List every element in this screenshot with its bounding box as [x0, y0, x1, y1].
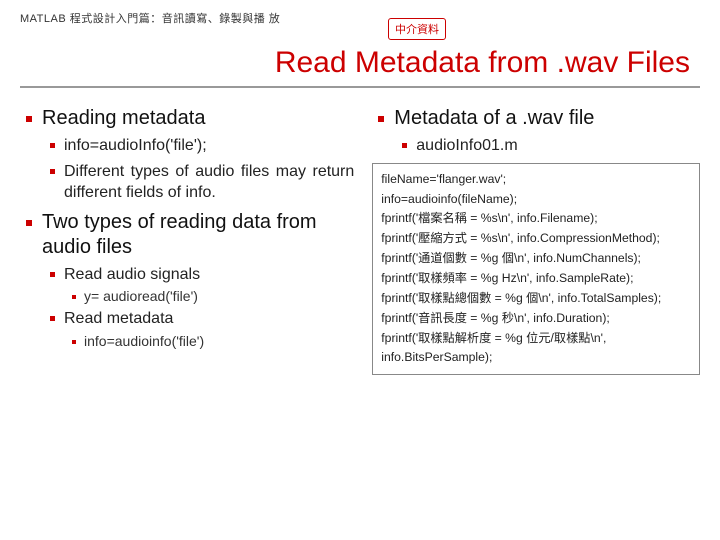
subbullet-different-types: Different types of audio files may retur…	[42, 161, 354, 204]
page-header: MATLAB 程式設計入門篇：音訊讀寫、錄製與播 放	[20, 10, 700, 26]
subbullet-text: Read audio signals	[64, 264, 354, 286]
subbullet-text: Different types of audio files may retur…	[64, 161, 354, 204]
code-line: fprintf('取樣點總個數 = %g 個\n', info.TotalSam…	[381, 289, 691, 308]
code-line: fprintf('取樣點解析度 = %g 位元/取樣點\n', info.Bit…	[381, 329, 691, 367]
subbullet-read-signals: Read audio signals y= audioread('file')	[42, 264, 354, 305]
code-line: fileName='flanger.wav';	[381, 170, 691, 189]
subsubbullet-text: info=audioinfo('file')	[84, 333, 354, 349]
content: Reading metadata info=audioInfo('file');…	[20, 106, 700, 375]
title-underline	[20, 86, 700, 88]
bullet-reading-metadata: Reading metadata info=audioInfo('file');…	[20, 106, 354, 204]
code-line: fprintf('壓縮方式 = %s\n', info.CompressionM…	[381, 229, 691, 248]
subbullet-audioinfo-call: info=audioInfo('file');	[42, 135, 354, 157]
bullet-heading: Reading metadata	[42, 106, 354, 131]
metadata-badge: 中介資料	[388, 18, 446, 40]
bullet-metadata-wav: Metadata of a .wav file audioInfo01.m	[372, 106, 700, 157]
subsubbullet-audioread: y= audioread('file')	[64, 288, 354, 304]
subbullet-text: info=audioInfo('file');	[64, 135, 354, 157]
code-line: fprintf('通道個數 = %g 個\n', info.NumChannel…	[381, 249, 691, 268]
subsubbullet-audioinfo: info=audioinfo('file')	[64, 333, 354, 349]
subbullet-text: audioInfo01.m	[416, 135, 700, 157]
bullet-two-types: Two types of reading data from audio fil…	[20, 210, 354, 349]
code-line: fprintf('取樣頻率 = %g Hz\n', info.SampleRat…	[381, 269, 691, 288]
code-line: fprintf('檔案名稱 = %s\n', info.Filename);	[381, 209, 691, 228]
subbullet-read-metadata: Read metadata info=audioinfo('file')	[42, 308, 354, 349]
code-line: info=audioinfo(fileName);	[381, 190, 691, 209]
code-box: fileName='flanger.wav'; info=audioinfo(f…	[372, 163, 700, 375]
subsubbullet-text: y= audioread('file')	[84, 288, 354, 304]
bullet-heading: Two types of reading data from audio fil…	[42, 210, 354, 260]
code-line: fprintf('音訊長度 = %g 秒\n', info.Duration);	[381, 309, 691, 328]
bullet-heading: Metadata of a .wav file	[394, 106, 700, 131]
subbullet-text: Read metadata	[64, 308, 354, 330]
subbullet-script-name: audioInfo01.m	[394, 135, 700, 157]
slide-title: Read Metadata from .wav Files	[20, 46, 690, 80]
left-column: Reading metadata info=audioInfo('file');…	[20, 106, 354, 375]
right-column: Metadata of a .wav file audioInfo01.m fi…	[372, 106, 700, 375]
